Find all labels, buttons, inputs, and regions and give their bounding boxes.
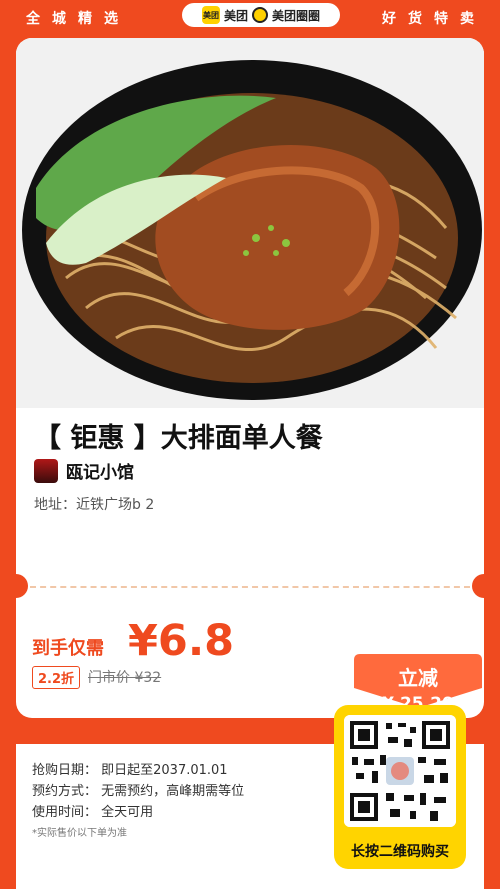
save-badge: 立减 ¥ 25.20 [354, 654, 482, 714]
purchase-date: 抢购日期： 即日起至2037.01.01 [32, 763, 228, 778]
shop-address: 地址：近铁广场b 2 [34, 497, 155, 513]
shop-name: 瓯记小馆 [66, 463, 134, 483]
price-note: *实际售价以下单为准 [32, 828, 127, 839]
ticket-notch-left [16, 574, 28, 598]
discount-badge: 2.2折 [32, 666, 81, 689]
product-image [16, 38, 484, 408]
save-title: 立减 [398, 666, 438, 690]
qr-section[interactable]: 长按二维码购买 [334, 705, 466, 869]
qr-code[interactable] [344, 715, 456, 827]
dish-title: 【 钜惠 】大排面单人餐 [34, 423, 323, 454]
product-card: 【 钜惠 】大排面单人餐 瓯记小馆 地址：近铁广场b 2 到手仅需 ¥6.8 2… [16, 38, 484, 718]
brand-name: 美团 [223, 8, 248, 23]
usage-time: 使用时间： 全天可用 [32, 805, 154, 820]
meituan-logo-icon: 美团 [201, 6, 220, 24]
qr-label: 长按二维码购买 [351, 844, 449, 860]
price-value: ¥6.8 [128, 616, 235, 666]
info-list: 抢购日期： 即日起至2037.01.01 预约方式： 无需预约，高峰期需等位 使… [32, 760, 244, 844]
price-label: 到手仅需 [32, 638, 104, 659]
ticket-notch-right [472, 574, 484, 598]
shop-info: 瓯记小馆 [34, 458, 134, 483]
top-banner: 全城精选 美团 美团 美团圈圈 好货特卖 [0, 0, 500, 34]
brand-pill: 美团 美团 美团圈圈 [182, 3, 340, 27]
banner-left-text: 全城精选 [26, 11, 130, 27]
reservation-info: 预约方式： 无需预约，高峰期需等位 [32, 784, 245, 799]
original-price: 门市价 ¥32 [88, 670, 162, 686]
shop-avatar [34, 458, 58, 483]
quanquan-logo-icon [252, 7, 268, 23]
brand-name-secondary: 美团圈圈 [272, 8, 321, 23]
dashed-divider [30, 586, 470, 588]
banner-right-text: 好货特卖 [382, 11, 486, 27]
